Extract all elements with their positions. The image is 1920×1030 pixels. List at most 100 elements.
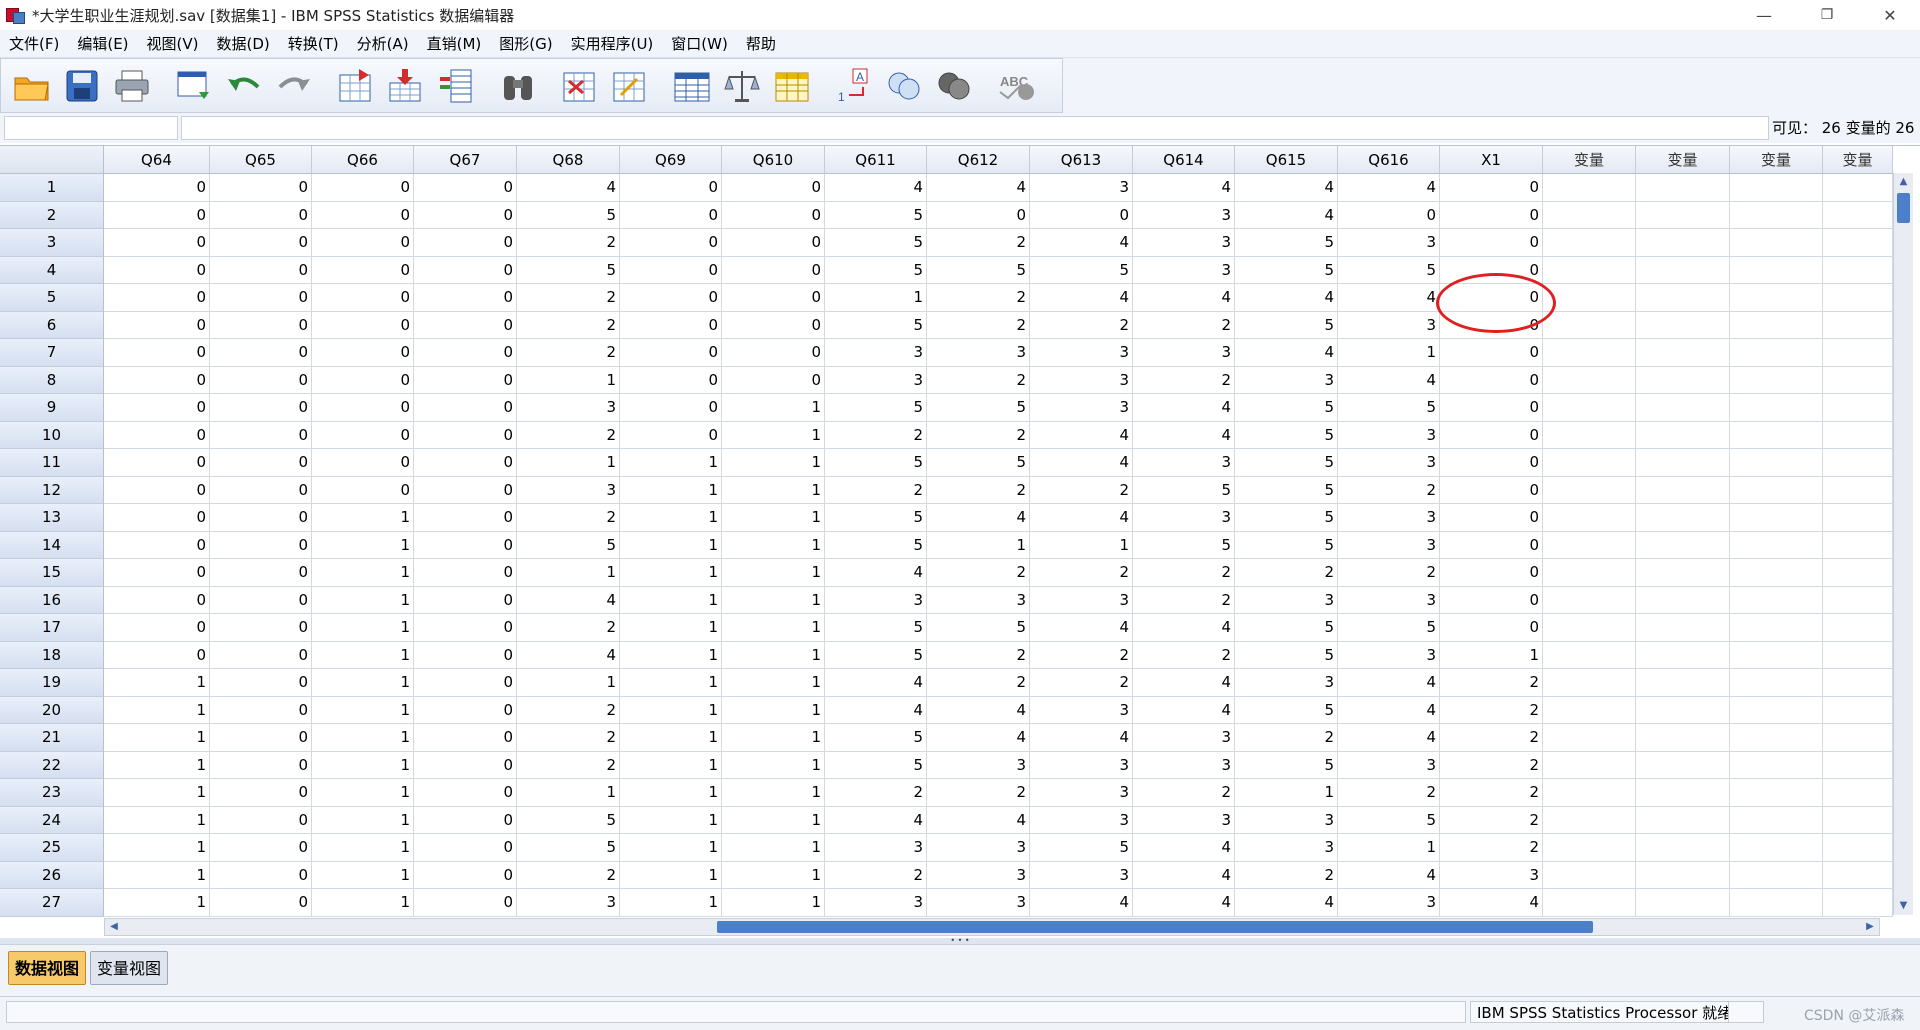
data-cell[interactable]: 1 bbox=[722, 421, 825, 449]
data-cell[interactable] bbox=[1823, 201, 1893, 229]
data-cell[interactable]: 3 bbox=[927, 861, 1030, 889]
data-cell[interactable]: 0 bbox=[1440, 614, 1543, 642]
column-header-empty-var[interactable]: 变量 bbox=[1823, 146, 1893, 174]
data-cell[interactable]: 2 bbox=[927, 669, 1030, 697]
data-cell[interactable]: 0 bbox=[1440, 174, 1543, 202]
data-cell[interactable] bbox=[1636, 834, 1730, 862]
goto-variable-icon[interactable] bbox=[385, 65, 427, 107]
data-cell[interactable]: 0 bbox=[210, 174, 312, 202]
data-cell[interactable] bbox=[1823, 311, 1893, 339]
data-cell[interactable]: 0 bbox=[620, 311, 722, 339]
data-cell[interactable]: 5 bbox=[1235, 256, 1338, 284]
row-header[interactable]: 7 bbox=[0, 339, 104, 367]
data-cell[interactable]: 2 bbox=[927, 779, 1030, 807]
data-cell[interactable]: 0 bbox=[414, 366, 517, 394]
data-cell[interactable]: 2 bbox=[927, 366, 1030, 394]
data-cell[interactable]: 3 bbox=[1338, 449, 1440, 477]
data-cell[interactable]: 0 bbox=[414, 559, 517, 587]
data-cell[interactable]: 3 bbox=[1030, 339, 1133, 367]
data-cell[interactable]: 1 bbox=[104, 669, 210, 697]
data-cell[interactable]: 1 bbox=[722, 669, 825, 697]
data-cell[interactable]: 0 bbox=[312, 284, 414, 312]
data-cell[interactable]: 4 bbox=[825, 806, 927, 834]
data-cell[interactable] bbox=[1636, 256, 1730, 284]
menu-edit[interactable]: 编辑(E) bbox=[68, 33, 137, 54]
data-cell[interactable] bbox=[1636, 751, 1730, 779]
data-cell[interactable]: 0 bbox=[1440, 476, 1543, 504]
data-cell[interactable]: 0 bbox=[1440, 559, 1543, 587]
data-cell[interactable]: 1 bbox=[104, 696, 210, 724]
data-cell[interactable] bbox=[1823, 751, 1893, 779]
data-cell[interactable]: 2 bbox=[825, 861, 927, 889]
data-cell[interactable]: 3 bbox=[1133, 751, 1235, 779]
data-cell[interactable]: 1 bbox=[104, 724, 210, 752]
data-cell[interactable]: 0 bbox=[414, 201, 517, 229]
data-cell[interactable]: 0 bbox=[210, 504, 312, 532]
data-cell[interactable] bbox=[1543, 256, 1636, 284]
data-cell[interactable]: 3 bbox=[1133, 339, 1235, 367]
data-cell[interactable]: 0 bbox=[414, 806, 517, 834]
data-cell[interactable]: 1 bbox=[312, 751, 414, 779]
data-cell[interactable]: 0 bbox=[104, 421, 210, 449]
data-cell[interactable]: 5 bbox=[927, 449, 1030, 477]
data-cell[interactable]: 0 bbox=[210, 614, 312, 642]
data-cell[interactable]: 0 bbox=[104, 174, 210, 202]
data-cell[interactable] bbox=[1636, 724, 1730, 752]
data-cell[interactable]: 0 bbox=[722, 284, 825, 312]
data-cell[interactable]: 0 bbox=[414, 449, 517, 477]
row-header[interactable]: 13 bbox=[0, 504, 104, 532]
data-cell[interactable] bbox=[1823, 614, 1893, 642]
data-cell[interactable]: 5 bbox=[927, 256, 1030, 284]
data-cell[interactable]: 0 bbox=[927, 201, 1030, 229]
data-cell[interactable]: 2 bbox=[927, 641, 1030, 669]
row-header[interactable]: 11 bbox=[0, 449, 104, 477]
data-cell[interactable]: 0 bbox=[414, 889, 517, 917]
data-cell[interactable]: 5 bbox=[1235, 696, 1338, 724]
data-cell[interactable] bbox=[1730, 449, 1823, 477]
data-cell[interactable]: 1 bbox=[517, 559, 620, 587]
data-cell[interactable]: 5 bbox=[1235, 531, 1338, 559]
data-cell[interactable]: 1 bbox=[620, 889, 722, 917]
row-header[interactable]: 9 bbox=[0, 394, 104, 422]
data-cell[interactable]: 5 bbox=[825, 229, 927, 257]
data-cell[interactable] bbox=[1730, 889, 1823, 917]
column-header-q612[interactable]: Q612 bbox=[927, 146, 1030, 174]
data-cell[interactable]: 0 bbox=[312, 449, 414, 477]
data-cell[interactable]: 0 bbox=[620, 339, 722, 367]
data-cell[interactable]: 0 bbox=[1440, 366, 1543, 394]
data-cell[interactable]: 5 bbox=[1338, 394, 1440, 422]
data-cell[interactable]: 0 bbox=[414, 779, 517, 807]
data-cell[interactable] bbox=[1543, 394, 1636, 422]
data-cell[interactable]: 2 bbox=[1030, 559, 1133, 587]
data-cell[interactable]: 1 bbox=[620, 586, 722, 614]
data-cell[interactable] bbox=[1543, 284, 1636, 312]
column-header-q616[interactable]: Q616 bbox=[1338, 146, 1440, 174]
data-cell[interactable]: 0 bbox=[722, 311, 825, 339]
menu-direct-marketing[interactable]: 直销(M) bbox=[418, 33, 491, 54]
data-cell[interactable]: 5 bbox=[825, 394, 927, 422]
data-cell[interactable]: 1 bbox=[1338, 834, 1440, 862]
data-cell[interactable]: 0 bbox=[722, 256, 825, 284]
data-cell[interactable]: 1 bbox=[722, 724, 825, 752]
data-cell[interactable]: 1 bbox=[517, 669, 620, 697]
data-cell[interactable]: 3 bbox=[517, 394, 620, 422]
row-header[interactable]: 26 bbox=[0, 861, 104, 889]
data-cell[interactable]: 3 bbox=[1440, 861, 1543, 889]
data-cell[interactable]: 0 bbox=[414, 641, 517, 669]
data-cell[interactable]: 5 bbox=[825, 751, 927, 779]
data-cell[interactable]: 0 bbox=[414, 229, 517, 257]
data-cell[interactable]: 5 bbox=[1030, 256, 1133, 284]
data-cell[interactable]: 1 bbox=[825, 284, 927, 312]
data-cell[interactable]: 2 bbox=[927, 421, 1030, 449]
data-cell[interactable]: 2 bbox=[1030, 311, 1133, 339]
data-cell[interactable]: 4 bbox=[927, 724, 1030, 752]
data-cell[interactable]: 0 bbox=[722, 339, 825, 367]
variables-icon[interactable] bbox=[435, 65, 477, 107]
show-all-variables-icon[interactable] bbox=[933, 65, 975, 107]
menu-transform[interactable]: 转换(T) bbox=[279, 33, 348, 54]
data-cell[interactable]: 2 bbox=[517, 751, 620, 779]
data-cell[interactable]: 4 bbox=[1338, 861, 1440, 889]
data-cell[interactable]: 5 bbox=[825, 641, 927, 669]
data-cell[interactable]: 3 bbox=[1235, 586, 1338, 614]
data-cell[interactable]: 0 bbox=[414, 504, 517, 532]
